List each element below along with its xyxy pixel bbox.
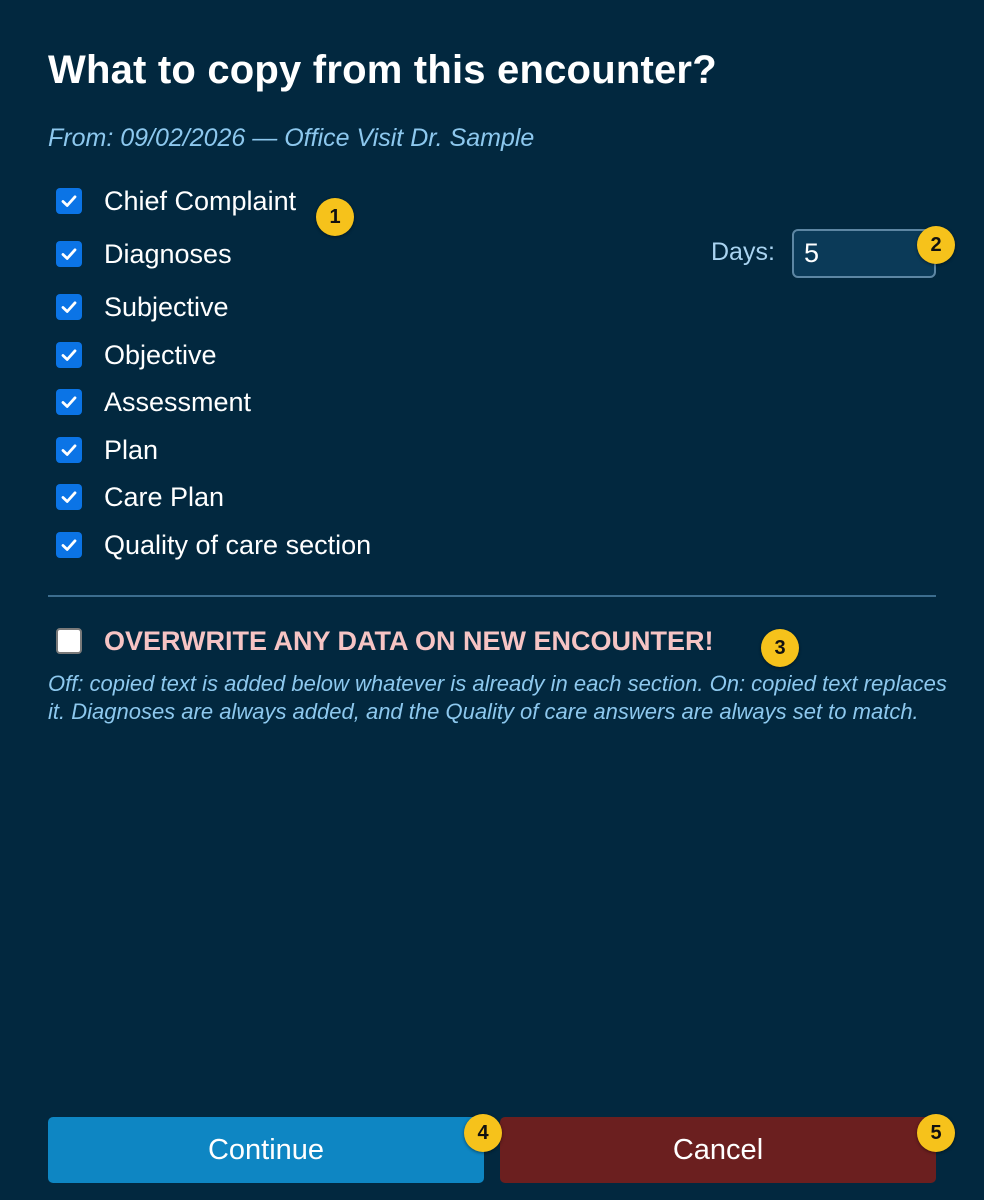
- overwrite-help-text: Off: copied text is added below whatever…: [48, 671, 947, 724]
- annotation-badge: 4: [464, 1114, 502, 1152]
- annotation-badge: 3: [761, 629, 799, 667]
- section-label: Plan: [104, 434, 159, 465]
- annotation-badge: 1: [316, 198, 354, 236]
- diagnoses-checkbox[interactable]: [56, 241, 82, 267]
- section-row-plan[interactable]: Plan: [56, 435, 158, 465]
- section-label: Assessment: [104, 386, 252, 417]
- care-plan-checkbox[interactable]: [56, 484, 82, 510]
- section-label: Diagnoses: [104, 238, 232, 269]
- check-icon: [61, 301, 77, 313]
- section-row-chief-complaint[interactable]: Chief Complaint: [56, 186, 296, 216]
- section-divider: [48, 595, 936, 597]
- section-row-diagnoses[interactable]: Diagnoses: [56, 239, 232, 269]
- annotation-badge: 5: [917, 1114, 955, 1152]
- days-label: Days:: [711, 238, 775, 266]
- overwrite-row[interactable]: OVERWRITE ANY DATA ON NEW ENCOUNTER!: [56, 626, 714, 656]
- dialog-title: What to copy from this encounter?: [48, 48, 717, 92]
- section-label: Subjective: [104, 291, 229, 322]
- check-icon: [61, 349, 77, 361]
- check-icon: [61, 444, 77, 456]
- objective-checkbox[interactable]: [56, 342, 82, 368]
- days-input[interactable]: [792, 229, 936, 278]
- section-label: Care Plan: [104, 481, 225, 512]
- section-label: Objective: [104, 339, 217, 370]
- check-icon: [61, 539, 77, 551]
- check-icon: [61, 195, 77, 207]
- section-label: Quality of care section: [104, 529, 372, 560]
- annotation-badge: 2: [917, 226, 955, 264]
- check-icon: [61, 491, 77, 503]
- section-row-objective[interactable]: Objective: [56, 340, 217, 370]
- chief-complaint-checkbox[interactable]: [56, 188, 82, 214]
- section-row-care-plan[interactable]: Care Plan: [56, 482, 224, 512]
- source-encounter-line: From: 09/02/2026 — Office Visit Dr. Samp…: [48, 124, 535, 152]
- check-icon: [61, 396, 77, 408]
- cancel-button[interactable]: Cancel: [500, 1117, 936, 1183]
- section-row-subjective[interactable]: Subjective: [56, 292, 229, 322]
- plan-checkbox[interactable]: [56, 437, 82, 463]
- section-row-quality-of-care[interactable]: Quality of care section: [56, 530, 371, 560]
- overwrite-checkbox[interactable]: [56, 628, 82, 654]
- subjective-checkbox[interactable]: [56, 294, 82, 320]
- section-label: Chief Complaint: [104, 185, 297, 216]
- copy-encounter-dialog: What to copy from this encounter? From: …: [0, 0, 984, 1200]
- quality-of-care-checkbox[interactable]: [56, 532, 82, 558]
- section-row-assessment[interactable]: Assessment: [56, 387, 251, 417]
- overwrite-label: OVERWRITE ANY DATA ON NEW ENCOUNTER!: [104, 625, 714, 656]
- assessment-checkbox[interactable]: [56, 389, 82, 415]
- continue-button[interactable]: Continue: [48, 1117, 484, 1183]
- check-icon: [61, 248, 77, 260]
